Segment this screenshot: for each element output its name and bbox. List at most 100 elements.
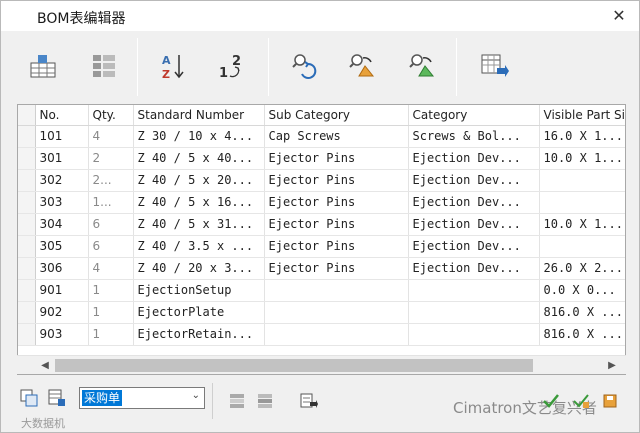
table-cell[interactable]: Ejection Dev...	[408, 257, 540, 280]
insert-row-button[interactable]	[27, 50, 61, 82]
table-cell[interactable]	[408, 301, 540, 324]
table-row[interactable]: 302 2... Z 40 / 5 x 20... Ejector Pins Eject…	[18, 169, 625, 192]
table-cell[interactable]: 816.0 X ...	[539, 323, 625, 346]
table-cell[interactable]: Z 40 / 5 x 16...	[133, 191, 265, 214]
row-selector[interactable]	[18, 147, 36, 170]
template-b-button[interactable]	[255, 391, 275, 411]
table-cell[interactable]: 4	[88, 125, 134, 148]
table-cell[interactable]: Ejection Dev...	[408, 235, 540, 258]
table-cell[interactable]: Screws & Bol...	[408, 125, 540, 148]
table-cell[interactable]: 10.0 X 1...	[539, 213, 625, 236]
table-cell[interactable]: 302	[35, 169, 89, 192]
ok-button[interactable]	[541, 391, 561, 411]
export-report-button[interactable]	[299, 391, 319, 411]
table-cell[interactable]: 816.0 X ...	[539, 301, 625, 324]
close-icon[interactable]: ✕	[609, 6, 629, 26]
table-cell[interactable]: 303	[35, 191, 89, 214]
table-cell[interactable]: Z 40 / 3.5 x ...	[133, 235, 265, 258]
table-cell[interactable]: 902	[35, 301, 89, 324]
table-cell[interactable]: 2	[88, 147, 134, 170]
table-cell[interactable]	[539, 169, 625, 192]
table-cell[interactable]: Ejection Dev...	[408, 147, 540, 170]
table-cell[interactable]: 901	[35, 279, 89, 302]
table-cell[interactable]: 1	[88, 323, 134, 346]
table-cell[interactable]: Ejector Pins	[264, 257, 409, 280]
column-header[interactable]: No.	[35, 105, 89, 126]
update-color-button[interactable]	[345, 50, 379, 82]
chevron-down-icon[interactable]: ⌄	[192, 390, 200, 401]
table-cell[interactable]: 305	[35, 235, 89, 258]
save-button[interactable]	[601, 391, 621, 411]
table-cell[interactable]	[264, 279, 409, 302]
table-row[interactable]: 304 6 Z 40 / 5 x 31... Ejector Pins Ejection…	[18, 213, 625, 236]
column-header[interactable]: Sub Category	[264, 105, 409, 126]
table-cell[interactable]: EjectorRetain...	[133, 323, 265, 346]
column-header[interactable]: Category	[408, 105, 540, 126]
update-green-button[interactable]	[405, 50, 439, 82]
table-cell[interactable]: 304	[35, 213, 89, 236]
table-cell[interactable]: Cap Screws	[264, 125, 409, 148]
table-row[interactable]: 902 1 EjectorPlate 816.0 X ...	[18, 301, 625, 324]
export-table-button[interactable]	[477, 50, 511, 82]
row-selector[interactable]	[18, 235, 36, 258]
table-row[interactable]: 901 1 EjectionSetup 0.0 X 0...	[18, 279, 625, 302]
row-selector[interactable]	[18, 257, 36, 280]
row-selector[interactable]	[18, 279, 36, 302]
row-selector[interactable]	[18, 191, 36, 214]
table-cell[interactable]: Z 30 / 10 x 4...	[133, 125, 265, 148]
scroll-left-icon[interactable]: ◀	[37, 358, 53, 373]
table-cell[interactable]: 2...	[88, 169, 134, 192]
group-rows-button[interactable]	[87, 50, 121, 82]
scroll-right-icon[interactable]: ▶	[604, 358, 620, 373]
table-row[interactable]: 101 4 Z 30 / 10 x 4... Cap Screws Screws & B…	[18, 125, 625, 148]
table-cell[interactable]: Ejection Dev...	[408, 169, 540, 192]
renumber-button[interactable]: 1 2	[214, 50, 248, 82]
table-cell[interactable]: 4	[88, 257, 134, 280]
table-cell[interactable]: 0.0 X 0...	[539, 279, 625, 302]
table-cell[interactable]: Z 40 / 20 x 3...	[133, 257, 265, 280]
table-cell[interactable]: Ejector Pins	[264, 213, 409, 236]
table-cell[interactable]: EjectorPlate	[133, 301, 265, 324]
row-selector[interactable]	[18, 301, 36, 324]
table-cell[interactable]	[408, 279, 540, 302]
row-selector[interactable]	[18, 213, 36, 236]
table-cell[interactable]: 1	[88, 279, 134, 302]
paste-table-button[interactable]	[47, 388, 67, 408]
column-header[interactable]: Standard Number	[133, 105, 265, 126]
horizontal-scrollbar[interactable]: ◀ ▶	[17, 355, 626, 374]
refresh-search-button[interactable]	[288, 50, 322, 82]
table-cell[interactable]	[408, 323, 540, 346]
table-cell[interactable]: 306	[35, 257, 89, 280]
table-cell[interactable]: Z 40 / 5 x 31...	[133, 213, 265, 236]
table-row[interactable]: 903 1 EjectorRetain... 816.0 X ...	[18, 323, 625, 346]
apply-button[interactable]	[571, 391, 591, 411]
row-selector[interactable]	[18, 169, 36, 192]
template-a-button[interactable]	[227, 391, 247, 411]
table-cell[interactable]: 6	[88, 235, 134, 258]
table-cell[interactable]: Ejector Pins	[264, 169, 409, 192]
table-cell[interactable]	[264, 301, 409, 324]
table-cell[interactable]	[264, 323, 409, 346]
table-cell[interactable]: Ejector Pins	[264, 191, 409, 214]
copy-table-button[interactable]	[19, 388, 39, 408]
table-cell[interactable]: 16.0 X 1...	[539, 125, 625, 148]
sort-az-button[interactable]: A Z	[157, 50, 191, 82]
table-cell[interactable]: Ejection Dev...	[408, 213, 540, 236]
column-header[interactable]: Visible Part Siz	[539, 105, 625, 126]
report-type-select[interactable]: 采购单 ⌄	[79, 387, 205, 409]
table-row[interactable]: 301 2 Z 40 / 5 x 40... Ejector Pins Ejection…	[18, 147, 625, 170]
table-cell[interactable]	[539, 235, 625, 258]
table-row[interactable]: 303 1... Z 40 / 5 x 16... Ejector Pins Eject…	[18, 191, 625, 214]
scroll-thumb[interactable]	[55, 359, 533, 372]
row-selector[interactable]	[18, 125, 36, 148]
table-row[interactable]: 305 6 Z 40 / 3.5 x ... Ejector Pins Ejection…	[18, 235, 625, 258]
table-cell[interactable]: 26.0 X 2...	[539, 257, 625, 280]
table-cell[interactable]: 6	[88, 213, 134, 236]
table-cell[interactable]: 301	[35, 147, 89, 170]
table-cell[interactable]: 101	[35, 125, 89, 148]
table-cell[interactable]: Z 40 / 5 x 40...	[133, 147, 265, 170]
row-selector-header[interactable]	[18, 105, 36, 126]
table-cell[interactable]: 903	[35, 323, 89, 346]
table-cell[interactable]: Z 40 / 5 x 20...	[133, 169, 265, 192]
row-selector[interactable]	[18, 323, 36, 346]
